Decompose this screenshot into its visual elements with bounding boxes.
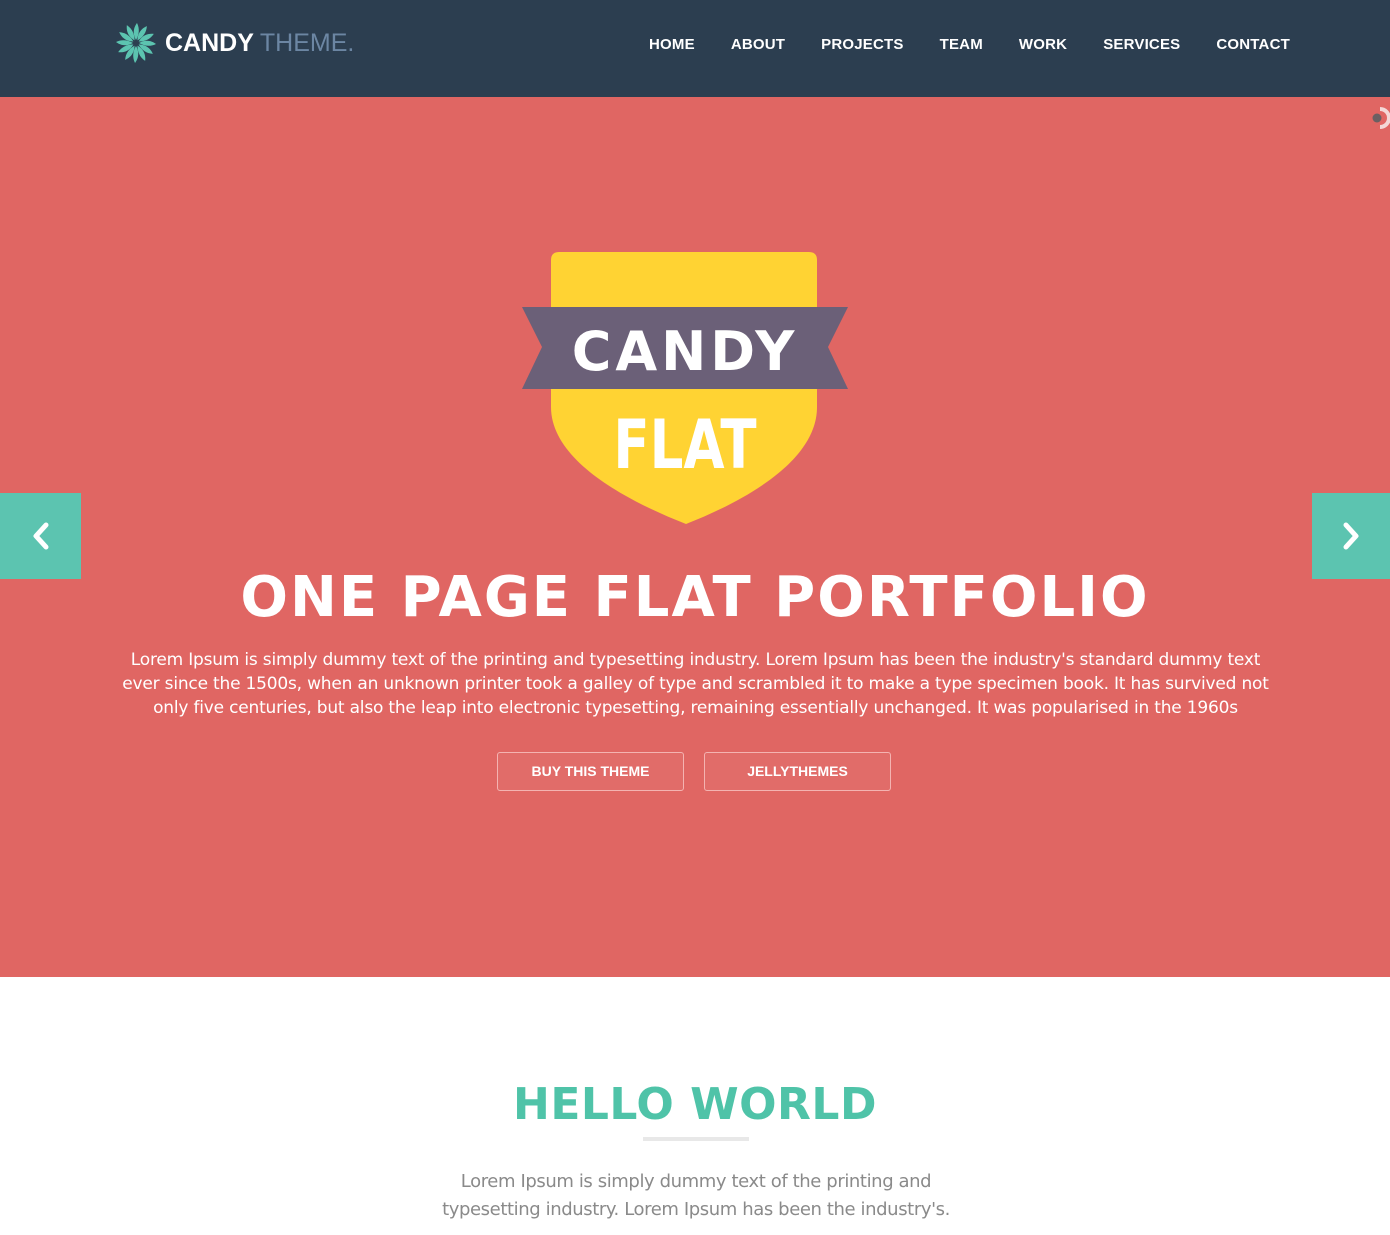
logo-word-theme: THEME. [259, 28, 355, 57]
badge-line-candy: CANDY [572, 320, 799, 383]
nav-item-team[interactable]: TEAM [940, 36, 983, 54]
nav-item-projects[interactable]: PROJECTS [821, 36, 903, 54]
nav-item-contact[interactable]: CONTACT [1216, 36, 1290, 54]
badge-line-flat: FLAT [613, 406, 756, 485]
section-text: Lorem Ipsum is simply dummy text of the … [442, 1171, 950, 1220]
logo-word-candy: CANDY [165, 28, 254, 57]
loader-icon [1372, 107, 1390, 129]
hero-description: Lorem Ipsum is simply dummy text of the … [122, 650, 1269, 718]
chevron-left-icon [33, 522, 48, 550]
site-logo[interactable]: CANDY THEME. [114, 20, 354, 66]
main-nav: HOME ABOUT PROJECTS TEAM WORK SERVICES C… [649, 36, 1290, 54]
buy-theme-button[interactable]: BUY THIS THEME [497, 752, 684, 791]
section-divider [643, 1137, 749, 1141]
pinwheel-icon [116, 23, 156, 63]
logo-text: CANDY THEME. [165, 29, 354, 58]
hero-slider: CANDY FLAT ONE PAGE FLAT PORTFOLIO Lorem… [0, 97, 1390, 977]
jellythemes-button[interactable]: JELLYTHEMES [704, 752, 891, 791]
candy-flat-badge: CANDY FLAT [522, 252, 848, 524]
hero-title: ONE PAGE FLAT PORTFOLIO [240, 565, 1150, 630]
nav-item-home[interactable]: HOME [649, 36, 695, 54]
nav-item-about[interactable]: ABOUT [731, 36, 785, 54]
nav-item-services[interactable]: SERVICES [1103, 36, 1180, 54]
chevron-right-icon [1343, 522, 1359, 550]
section-title: HELLO WORLD [513, 1079, 877, 1130]
top-navbar: CANDY THEME. HOME ABOUT PROJECTS TEAM WOR… [0, 0, 1390, 97]
nav-item-work[interactable]: WORK [1019, 36, 1067, 54]
slider-next-button[interactable] [1312, 493, 1390, 579]
slider-prev-button[interactable] [0, 493, 81, 579]
about-section: HELLO WORLD Lorem Ipsum is simply dummy … [0, 977, 1390, 1235]
